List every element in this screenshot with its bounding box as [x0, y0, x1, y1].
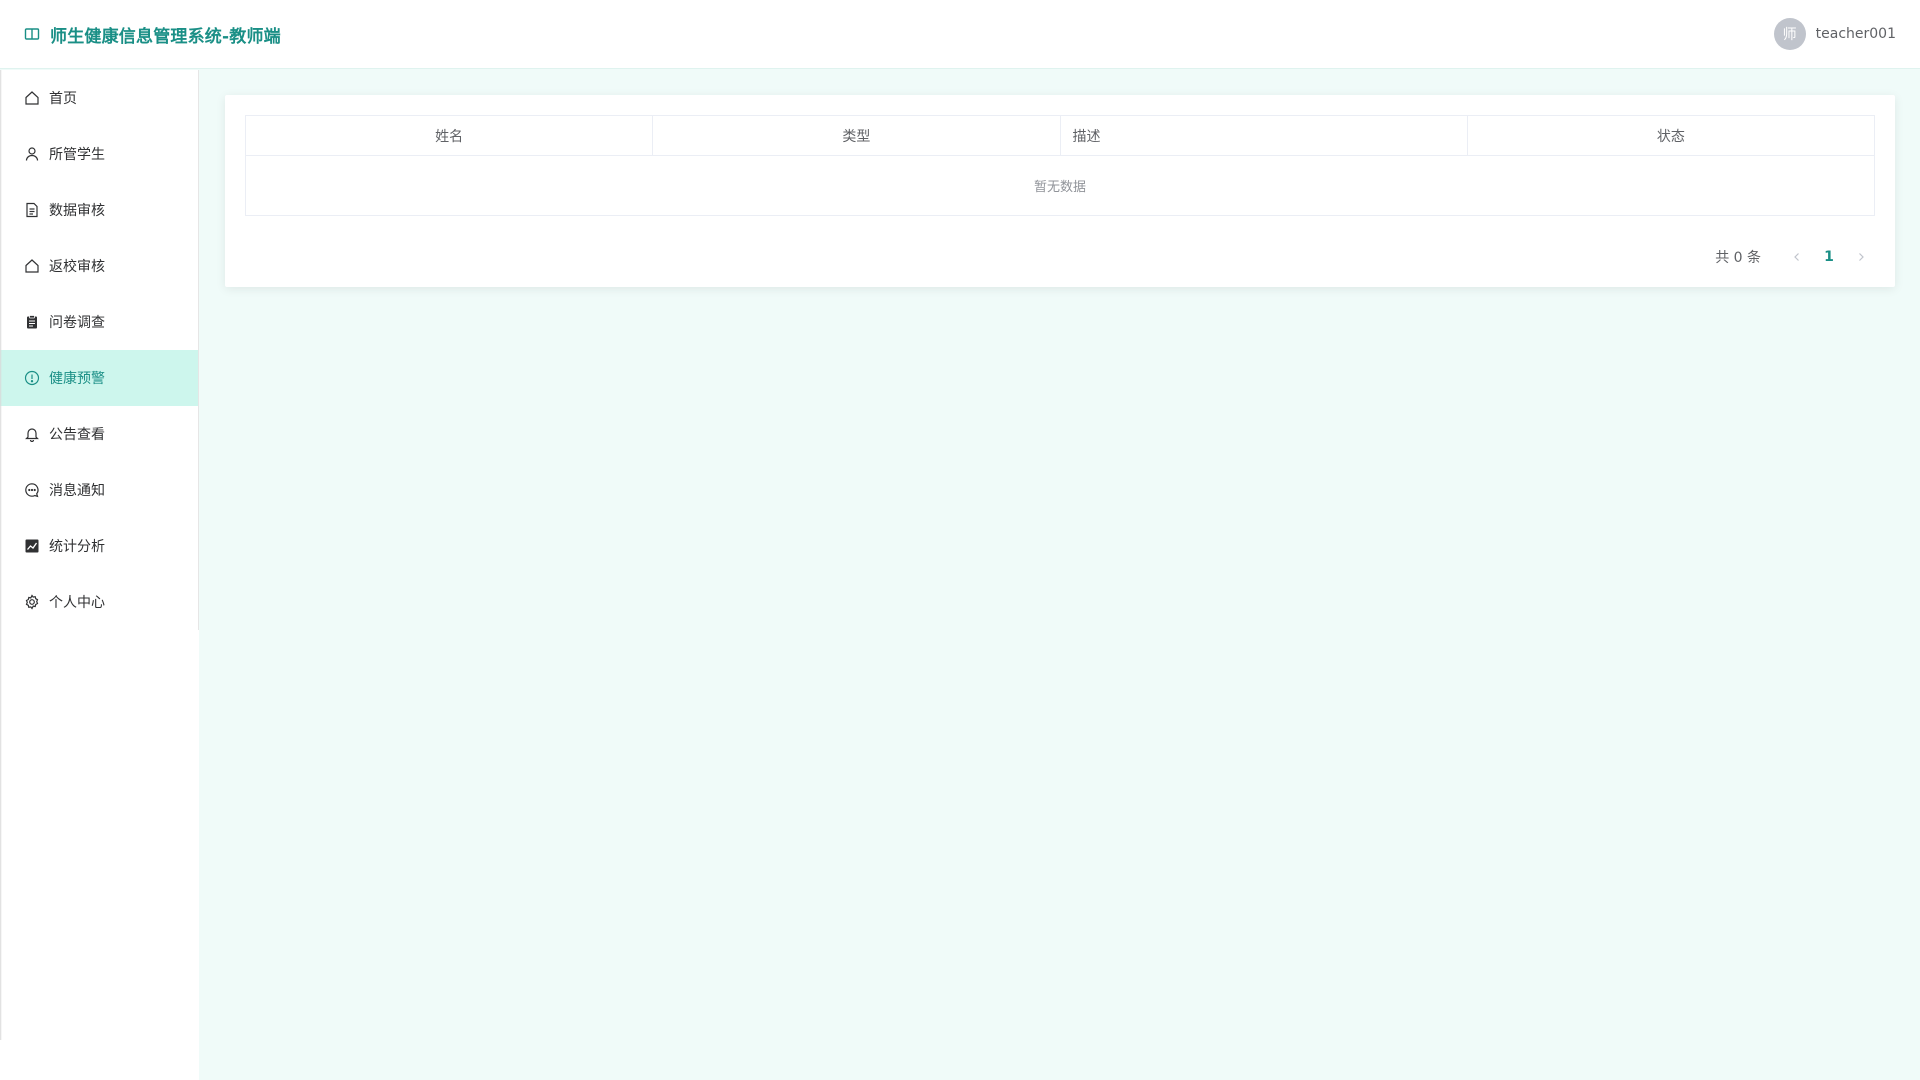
sidebar-item-label: 首页 — [49, 91, 77, 107]
sidebar-item-data-review[interactable]: 数据审核 — [0, 182, 199, 238]
chevron-right-icon — [1859, 253, 1864, 261]
top-header: 师生健康信息管理系统-教师端 师 teacher001 — [0, 0, 1920, 69]
next-page-button[interactable] — [1847, 243, 1875, 271]
document-icon — [24, 202, 40, 218]
sidebar-item-label: 数据审核 — [49, 203, 105, 219]
pagination: 共 0 条 1 — [1715, 243, 1875, 271]
user-icon — [24, 146, 40, 162]
pagination-total: 共 0 条 — [1715, 250, 1761, 266]
gear-icon — [24, 594, 40, 610]
sidebar-divider — [198, 70, 199, 630]
sidebar-item-announcements[interactable]: 公告查看 — [0, 406, 199, 462]
book-icon — [24, 26, 40, 42]
sidebar-item-label: 返校审核 — [49, 259, 105, 275]
sidebar-item-label: 消息通知 — [49, 483, 105, 499]
app-title: 师生健康信息管理系统-教师端 — [50, 26, 281, 47]
chat-icon — [24, 482, 40, 498]
username[interactable]: teacher001 — [1816, 26, 1896, 42]
column-header-status: 状态 — [1466, 115, 1876, 156]
sidebar-item-label: 个人中心 — [49, 595, 105, 611]
sidebar-item-home[interactable]: 首页 — [0, 70, 199, 126]
brand: 师生健康信息管理系统-教师端 — [0, 22, 281, 47]
sidebar-item-label: 公告查看 — [49, 427, 105, 443]
sidebar-item-label: 所管学生 — [49, 147, 105, 163]
column-header-type: 类型 — [652, 115, 1061, 156]
chevron-left-icon — [1794, 253, 1799, 261]
home-outline-icon — [24, 258, 40, 274]
sidebar-item-label: 统计分析 — [49, 539, 105, 555]
sidebar-item-students[interactable]: 所管学生 — [0, 126, 199, 182]
sidebar-item-statistics[interactable]: 统计分析 — [0, 518, 199, 574]
clipboard-icon — [24, 314, 40, 330]
sidebar: 首页 所管学生 数据审核 返校审核 问卷调查 健康预警 公告查看 消息通知 统计… — [0, 70, 199, 1080]
column-header-name: 姓名 — [244, 115, 654, 156]
table-empty-row: 暂无数据 — [245, 155, 1875, 216]
sidebar-item-profile[interactable]: 个人中心 — [0, 574, 199, 630]
sidebar-item-label: 健康预警 — [49, 371, 105, 387]
empty-text: 暂无数据 — [245, 155, 1875, 216]
page-number-current[interactable]: 1 — [1811, 243, 1847, 271]
avatar[interactable]: 师 — [1773, 18, 1806, 50]
sidebar-item-return-review[interactable]: 返校审核 — [0, 238, 199, 294]
content-card: 姓名 类型 描述 状态 暂无数据 共 0 条 1 — [225, 95, 1895, 287]
sidebar-menu: 首页 所管学生 数据审核 返校审核 问卷调查 健康预警 公告查看 消息通知 统计… — [0, 70, 199, 630]
bell-icon — [24, 426, 40, 442]
sidebar-item-health-warning[interactable]: 健康预警 — [0, 350, 199, 406]
sidebar-item-survey[interactable]: 问卷调查 — [0, 294, 199, 350]
sidebar-item-label: 问卷调查 — [49, 315, 105, 331]
warning-circle-icon — [24, 370, 40, 386]
warning-table: 姓名 类型 描述 状态 暂无数据 — [244, 115, 1876, 216]
prev-page-button[interactable] — [1783, 243, 1811, 271]
sidebar-shadow — [0, 70, 2, 1040]
chart-icon — [24, 538, 40, 554]
home-icon — [24, 90, 40, 106]
sidebar-item-messages[interactable]: 消息通知 — [0, 462, 199, 518]
table-header-row: 姓名 类型 描述 状态 — [244, 115, 1876, 156]
user-menu[interactable]: 师 teacher001 — [1773, 18, 1920, 50]
column-header-description: 描述 — [1059, 115, 1468, 156]
